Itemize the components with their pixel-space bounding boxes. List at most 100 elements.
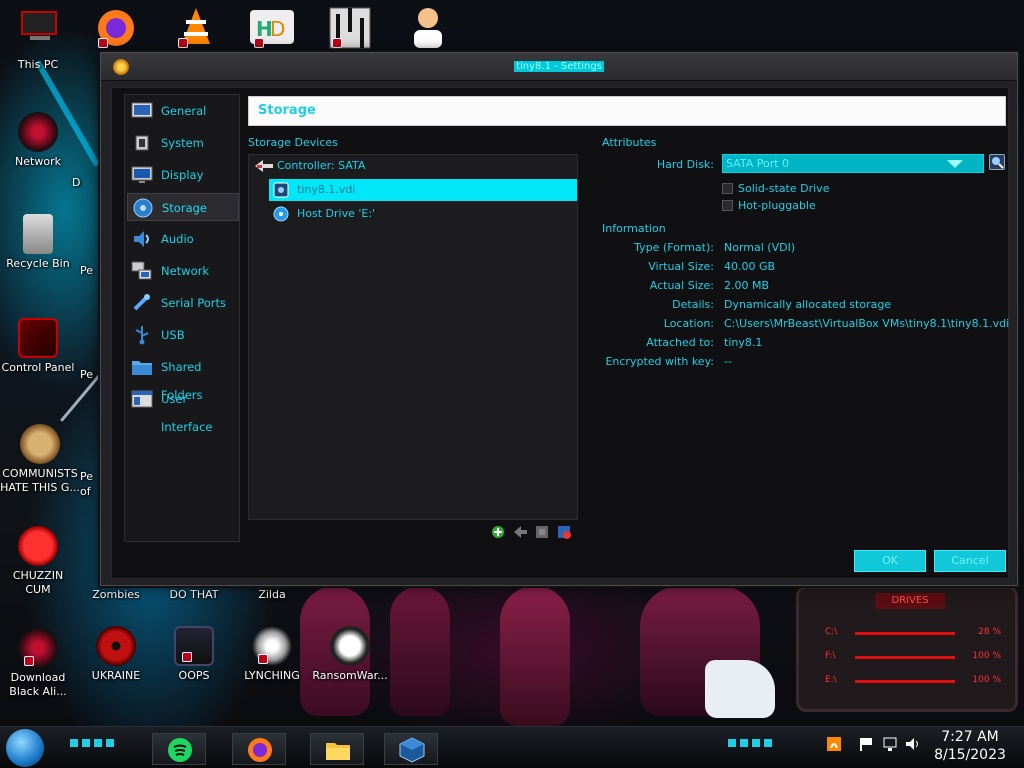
choose-disk-button[interactable] xyxy=(989,154,1005,170)
cancel-button[interactable]: Cancel xyxy=(934,550,1006,572)
sidebar-item-label: Serial Ports xyxy=(161,296,226,310)
desktop-icon-oops[interactable]: OOPS xyxy=(156,626,232,683)
drives-widget: DRIVES C:\ 28 % F:\ 100 % E:\ 100 % xyxy=(796,586,1018,712)
page-title: Storage xyxy=(258,103,316,118)
add-controller-button[interactable] xyxy=(490,524,506,540)
settings-sidebar: General System Display Storage Audio Net… xyxy=(124,94,240,542)
sidebar-item-network[interactable]: Network xyxy=(127,257,239,285)
serial-port-icon xyxy=(133,294,150,311)
desktop-icon-label: OOPS xyxy=(178,669,210,682)
title-bar[interactable]: tiny8.1 - Settings xyxy=(101,53,1017,81)
tree-item-label: Controller: SATA xyxy=(277,159,366,172)
desktop-icon-zombies[interactable]: Zombies xyxy=(78,588,154,602)
desktop-icon-ukraine[interactable]: UKRAINE xyxy=(78,626,154,683)
taskbar-app[interactable] xyxy=(152,733,206,765)
tree-controller-sata[interactable]: Controller: SATA xyxy=(253,155,573,177)
sidebar-item-system[interactable]: System xyxy=(127,129,239,157)
hot-pluggable-label: Hot-pluggable xyxy=(738,199,816,212)
money-bag-icon xyxy=(20,424,60,464)
desktop-icon-label: LYNCHING xyxy=(244,669,300,682)
sidebar-item-user-interface[interactable]: User Interface xyxy=(127,385,239,434)
info-value: tiny8.1 xyxy=(724,336,763,349)
desktop-icon-money-bag[interactable]: COMMUNISTS HATE THIS G... xyxy=(0,424,80,495)
sidebar-item-general[interactable]: General xyxy=(127,97,239,125)
desktop-icon-red-orb[interactable]: Download Black Ali... xyxy=(0,628,76,699)
window-title: tiny8.1 - Settings xyxy=(514,61,604,72)
sidebar-item-label: Audio xyxy=(161,232,194,246)
sidebar-item-audio[interactable]: Audio xyxy=(127,225,239,253)
taskbar-app[interactable] xyxy=(310,733,364,765)
tree-item-label: tiny8.1.vdi xyxy=(297,183,356,196)
taskbar-decoration xyxy=(70,739,114,747)
network-status-icon[interactable] xyxy=(882,736,898,752)
hard-disk-label: Hard Disk: xyxy=(656,158,714,171)
maze-game-icon[interactable] xyxy=(326,4,374,50)
shortcut-arrow-icon xyxy=(254,38,264,48)
attributes-label: Attributes xyxy=(602,136,657,149)
start-button[interactable] xyxy=(6,729,44,767)
info-value: C:\Users\MrBeast\VirtualBox VMs\tiny8.1\… xyxy=(724,317,1010,330)
wallpaper-figure-leg xyxy=(500,586,570,726)
desktop-icon-label: UKRAINE xyxy=(91,669,141,682)
desktop-icon-control-panel[interactable]: Control Panel xyxy=(0,318,76,375)
firefox-icon[interactable] xyxy=(92,4,140,50)
sidebar-item-label: USB xyxy=(161,328,185,342)
this-pc-icon[interactable] xyxy=(16,4,64,50)
desktop-icon-lynching[interactable]: LYNCHING xyxy=(234,626,310,683)
ok-button[interactable]: OK xyxy=(854,550,926,572)
file-explorer-icon xyxy=(326,743,350,760)
remove-controller-button[interactable] xyxy=(512,524,528,540)
tree-item-tiny81-vdi[interactable]: tiny8.1.vdi xyxy=(269,179,577,201)
desktop-icon-do-that[interactable]: DO THAT xyxy=(156,588,232,602)
svg-text:D: D xyxy=(270,17,285,41)
sidebar-item-serial-ports[interactable]: Serial Ports xyxy=(127,289,239,317)
info-label: Actual Size: xyxy=(649,279,714,292)
lynching-icon xyxy=(252,626,292,666)
disk-chooser-icon xyxy=(992,157,1004,169)
skull-icon xyxy=(330,626,370,666)
solid-state-checkbox[interactable] xyxy=(722,183,733,194)
vlc-icon[interactable] xyxy=(172,4,220,50)
general-icon xyxy=(131,102,153,118)
sidebar-item-display[interactable]: Display xyxy=(127,161,239,189)
taskbar-app[interactable] xyxy=(384,733,438,765)
doctor-icon[interactable] xyxy=(404,4,452,50)
desktop-icon-label: CHUZZIN CUM xyxy=(12,569,64,596)
sidebar-item-shared-folders[interactable]: Shared Folders xyxy=(127,353,239,402)
shortcut-arrow-icon xyxy=(332,38,342,48)
tree-item-host-drive[interactable]: Host Drive 'E:' xyxy=(269,203,577,225)
taskbar-app[interactable] xyxy=(232,733,286,765)
hard-disk-icon xyxy=(273,182,289,198)
system-clock[interactable]: 7:27 AM 8/15/2023 xyxy=(930,728,1010,764)
desktop-icon-chuzzle[interactable]: CHUZZIN CUM xyxy=(0,526,76,597)
storage-devices-label: Storage Devices xyxy=(248,136,338,149)
info-label: Encrypted with key: xyxy=(605,355,714,368)
hot-pluggable-checkbox[interactable] xyxy=(722,200,733,211)
settings-content: General System Display Storage Audio Net… xyxy=(111,87,1009,579)
desktop-icon-recycle-bin[interactable]: Recycle Bin xyxy=(0,214,76,271)
tree-item-label: Host Drive 'E:' xyxy=(297,207,376,220)
storage-tree[interactable]: Controller: SATA tiny8.1.vdi Host Drive … xyxy=(248,154,578,520)
desktop-icon-network[interactable]: Network xyxy=(0,112,76,169)
wallpaper-sneaker xyxy=(705,660,775,718)
desktop-icon-ransomware[interactable]: RansomWar... xyxy=(312,626,388,683)
hard-disk-port-select[interactable]: SATA Port 0 xyxy=(722,154,984,173)
hxd-icon[interactable]: HD xyxy=(248,4,296,50)
desktop-icon-label: Recycle Bin xyxy=(6,257,70,270)
flag-icon[interactable] xyxy=(858,736,874,752)
add-attachment-button[interactable] xyxy=(534,524,550,540)
shortcut-arrow-icon xyxy=(178,38,188,48)
oops-icon xyxy=(174,626,214,666)
volume-icon[interactable] xyxy=(904,736,920,752)
remove-attachment-button[interactable] xyxy=(556,524,572,540)
desktop-icon-zilda[interactable]: Zilda xyxy=(234,588,310,602)
recycle-bin-icon xyxy=(23,214,53,254)
network-adapter-icon xyxy=(131,261,152,280)
sidebar-item-storage[interactable]: Storage xyxy=(127,193,239,221)
desktop-icon-label: COMMUNISTS HATE THIS G... xyxy=(0,467,80,494)
settings-window[interactable]: tiny8.1 - Settings General System Displa… xyxy=(100,52,1018,586)
java-tray-icon[interactable] xyxy=(826,736,842,752)
sidebar-item-label: System xyxy=(161,136,204,150)
sidebar-item-usb[interactable]: USB xyxy=(127,321,239,349)
display-monitor-icon xyxy=(131,166,153,183)
